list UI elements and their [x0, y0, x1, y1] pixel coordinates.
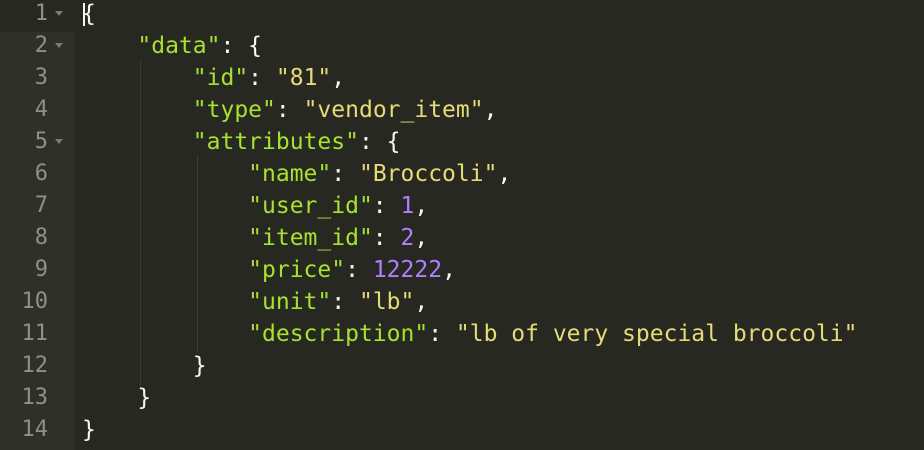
code-line[interactable]: 11 "description": "lb of very special br… — [0, 320, 924, 352]
code-text: } — [82, 416, 96, 448]
code-token: "user_id" — [248, 193, 373, 219]
code-token: "unit" — [248, 289, 332, 315]
code-token: , — [414, 193, 429, 219]
code-text: } — [82, 384, 151, 416]
line-number: 10 — [21, 289, 49, 314]
code-text: "item_id": 2, — [82, 224, 428, 256]
code-text: "unit": "lb", — [82, 288, 428, 320]
code-token: , — [414, 289, 429, 315]
code-token: : — [331, 289, 359, 315]
code-token: : — [345, 257, 373, 283]
code-token: "name" — [248, 161, 332, 187]
code-line[interactable]: 6 "name": "Broccoli", — [0, 160, 924, 192]
code-token: , — [483, 97, 498, 123]
indent-guide — [140, 60, 141, 385]
code-token: , — [414, 225, 429, 251]
code-text: "attributes": { — [82, 128, 401, 160]
code-token: } — [192, 353, 207, 379]
code-line[interactable]: 14} — [0, 416, 924, 448]
code-token: : — [372, 225, 401, 251]
code-token: "price" — [248, 257, 346, 283]
code-token: , — [331, 65, 346, 91]
line-number: 9 — [34, 257, 48, 282]
code-token: "lb of very special broccoli" — [455, 321, 858, 347]
code-token: : — [372, 193, 401, 219]
code-line[interactable]: 9 "price": 12222, — [0, 256, 924, 288]
code-line[interactable]: 8 "item_id": 2, — [0, 224, 924, 256]
line-number: 5 — [34, 129, 48, 154]
code-line[interactable]: 2 "data": { — [0, 32, 924, 64]
code-text: "type": "vendor_item", — [82, 96, 498, 128]
code-token: "81" — [275, 65, 332, 91]
code-line[interactable]: 5 "attributes": { — [0, 128, 924, 160]
indent-guide — [197, 156, 198, 352]
code-line[interactable]: 4 "type": "vendor_item", — [0, 96, 924, 128]
code-line[interactable]: 12 } — [0, 352, 924, 384]
code-line[interactable]: 10 "unit": "lb", — [0, 288, 924, 320]
line-number: 3 — [34, 65, 48, 90]
code-token: } — [82, 417, 96, 443]
fold-toggle-icon[interactable] — [55, 139, 63, 144]
line-number: 13 — [21, 385, 49, 410]
code-token: 1 — [400, 193, 415, 219]
fold-toggle-icon[interactable] — [55, 11, 63, 16]
code-token: "id" — [192, 65, 249, 91]
code-token: : — [428, 321, 456, 347]
code-token: , — [442, 257, 456, 283]
code-line[interactable]: 1{ — [0, 0, 924, 32]
line-number: 6 — [34, 161, 48, 186]
code-token: "lb" — [358, 289, 415, 315]
code-text: "description": "lb of very special brocc… — [82, 320, 857, 352]
code-token: 2 — [400, 225, 415, 251]
line-number: 1 — [34, 1, 48, 26]
text-cursor — [83, 3, 85, 26]
line-number: 8 — [34, 225, 48, 250]
code-text: "user_id": 1, — [82, 192, 428, 224]
code-token: : — [248, 65, 276, 91]
code-token: : — [275, 97, 304, 123]
fold-toggle-icon[interactable] — [55, 43, 63, 48]
code-line[interactable]: 13 } — [0, 384, 924, 416]
code-token: : — [331, 161, 359, 187]
line-number: 11 — [21, 321, 49, 346]
code-token: 12222 — [372, 257, 443, 283]
code-token: "item_id" — [248, 225, 373, 251]
code-text: "data": { — [82, 32, 262, 64]
code-token: : { — [220, 33, 263, 59]
code-token: "attributes" — [192, 129, 359, 155]
code-token: "data" — [137, 33, 221, 59]
code-token: : { — [358, 129, 401, 155]
line-number: 12 — [21, 353, 49, 378]
code-token: , — [497, 161, 512, 187]
line-number: 2 — [34, 33, 48, 58]
code-token: "description" — [248, 321, 429, 347]
code-token: "type" — [192, 97, 276, 123]
line-number: 7 — [34, 193, 48, 218]
line-number: 4 — [34, 97, 48, 122]
code-line[interactable]: 3 "id": "81", — [0, 64, 924, 96]
code-line[interactable]: 7 "user_id": 1, — [0, 192, 924, 224]
code-text: } — [82, 352, 207, 384]
code-token: } — [137, 385, 152, 411]
code-token: "Broccoli" — [358, 161, 498, 187]
code-text: "price": 12222, — [82, 256, 456, 288]
code-text: "name": "Broccoli", — [82, 160, 511, 192]
code-text: "id": "81", — [82, 64, 345, 96]
code-token: "vendor_item" — [303, 97, 484, 123]
code-editor[interactable]: 1{2 "data": {3 "id": "81", 4 "type": "ven… — [0, 0, 924, 450]
line-number: 14 — [21, 417, 49, 442]
